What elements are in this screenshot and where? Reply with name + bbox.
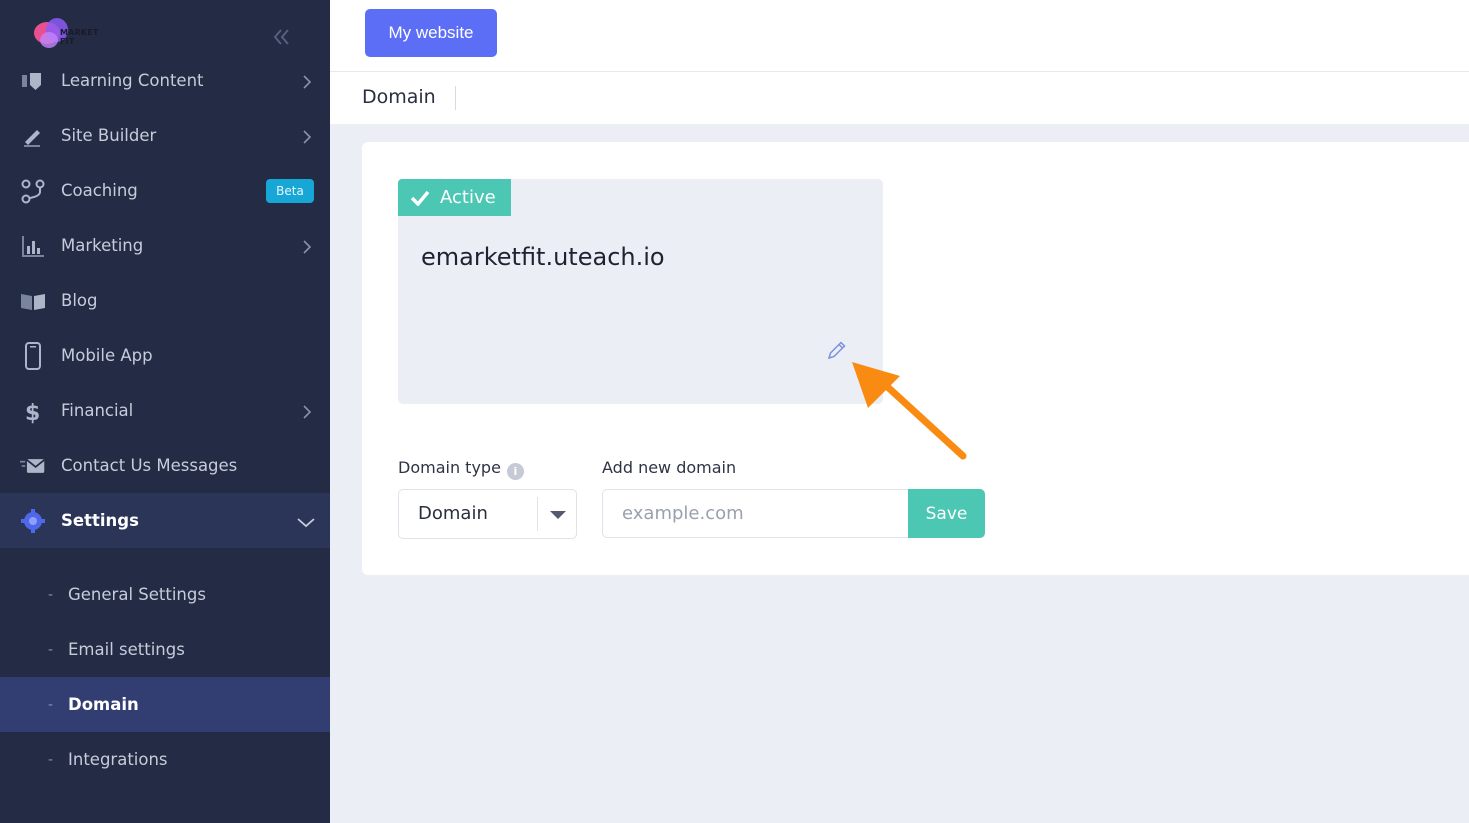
chevron-right-icon xyxy=(300,239,314,254)
mobile-icon xyxy=(20,341,46,370)
dash-marker: - xyxy=(48,586,54,603)
header-divider xyxy=(455,86,456,110)
sidebar-subitem-email-settings[interactable]: - Email settings xyxy=(0,622,330,677)
my-website-button[interactable]: My website xyxy=(365,9,497,57)
coaching-icon xyxy=(20,178,46,204)
sidebar-item-mobile-app[interactable]: Mobile App xyxy=(0,328,330,383)
caret-down-icon xyxy=(550,511,566,519)
svg-text:$: $ xyxy=(25,401,40,424)
dash-marker: - xyxy=(48,751,54,768)
select-divider xyxy=(537,497,538,531)
dash-marker: - xyxy=(48,641,54,658)
learning-icon xyxy=(20,68,46,94)
beta-badge: Beta xyxy=(266,178,314,203)
book-icon xyxy=(20,288,46,314)
info-icon[interactable]: i xyxy=(506,463,524,480)
sidebar-item-label: Learning Content xyxy=(61,71,204,90)
sidebar-item-label: Coaching xyxy=(61,181,138,200)
collapse-sidebar-icon[interactable] xyxy=(270,26,296,48)
top-bar: My website xyxy=(330,0,1469,72)
sidebar-subitem-label: Email settings xyxy=(68,640,185,659)
check-icon xyxy=(410,190,430,206)
status-badge: Active xyxy=(398,179,511,216)
dollar-icon: $ xyxy=(20,398,46,424)
sidebar-subitem-label: Integrations xyxy=(68,750,168,769)
sidebar-item-label: Mobile App xyxy=(61,346,153,365)
sidebar-item-label: Settings xyxy=(61,511,139,530)
sidebar-subitem-label: Domain xyxy=(68,695,139,714)
add-new-domain-label: Add new domain xyxy=(602,458,737,477)
domain-type-label-text: Domain type xyxy=(398,458,501,477)
status-text: Active xyxy=(440,187,496,208)
sidebar-item-coaching[interactable]: Coaching Beta xyxy=(0,163,330,218)
chevron-down-icon xyxy=(297,514,315,528)
page-title: Domain xyxy=(362,86,436,108)
sidebar-subitem-label: General Settings xyxy=(68,585,206,604)
sidebar-item-settings[interactable]: Settings xyxy=(0,493,330,548)
domain-type-label: Domain type i xyxy=(398,458,524,480)
pencil-icon xyxy=(20,123,46,149)
sidebar-item-financial[interactable]: $ Financial xyxy=(0,383,330,438)
chevron-right-icon xyxy=(300,404,314,419)
sidebar-item-label: Blog xyxy=(61,291,98,310)
sidebar-item-label: Financial xyxy=(61,401,134,420)
sidebar-subitem-domain[interactable]: - Domain xyxy=(0,677,330,732)
new-domain-input[interactable] xyxy=(602,489,909,538)
annotation-arrow-icon xyxy=(852,362,967,460)
sidebar-subitem-integrations[interactable]: - Integrations xyxy=(0,732,330,787)
sidebar: MARKET FIT Learning Content Site Builder… xyxy=(0,0,330,823)
save-button[interactable]: Save xyxy=(908,489,985,538)
page-header: Domain xyxy=(330,72,1469,124)
gear-icon xyxy=(20,508,46,534)
envelope-icon xyxy=(20,453,46,479)
brand-logo[interactable]: MARKET FIT xyxy=(34,16,114,52)
domain-type-value: Domain xyxy=(418,503,488,524)
domain-type-select[interactable]: Domain xyxy=(398,489,577,539)
chevron-right-icon xyxy=(300,129,314,144)
sidebar-item-blog[interactable]: Blog xyxy=(0,273,330,328)
sidebar-item-learning-content[interactable]: Learning Content xyxy=(0,53,330,108)
sidebar-item-contact-us-messages[interactable]: Contact Us Messages xyxy=(0,438,330,493)
chevron-right-icon xyxy=(300,74,314,89)
sidebar-item-label: Contact Us Messages xyxy=(61,456,238,475)
domain-name: emarketfit.uteach.io xyxy=(421,243,665,271)
sidebar-item-label: Marketing xyxy=(61,236,144,255)
current-domain-box: Active emarketfit.uteach.io xyxy=(398,179,883,404)
sidebar-item-label: Site Builder xyxy=(61,126,157,145)
chart-icon xyxy=(20,233,46,259)
edit-pencil-icon[interactable] xyxy=(826,339,848,361)
dash-marker: - xyxy=(48,696,54,713)
sidebar-item-site-builder[interactable]: Site Builder xyxy=(0,108,330,163)
sidebar-subitem-general-settings[interactable]: - General Settings xyxy=(0,567,330,622)
logo-text: MARKET FIT xyxy=(60,28,99,46)
sidebar-item-marketing[interactable]: Marketing xyxy=(0,218,330,273)
